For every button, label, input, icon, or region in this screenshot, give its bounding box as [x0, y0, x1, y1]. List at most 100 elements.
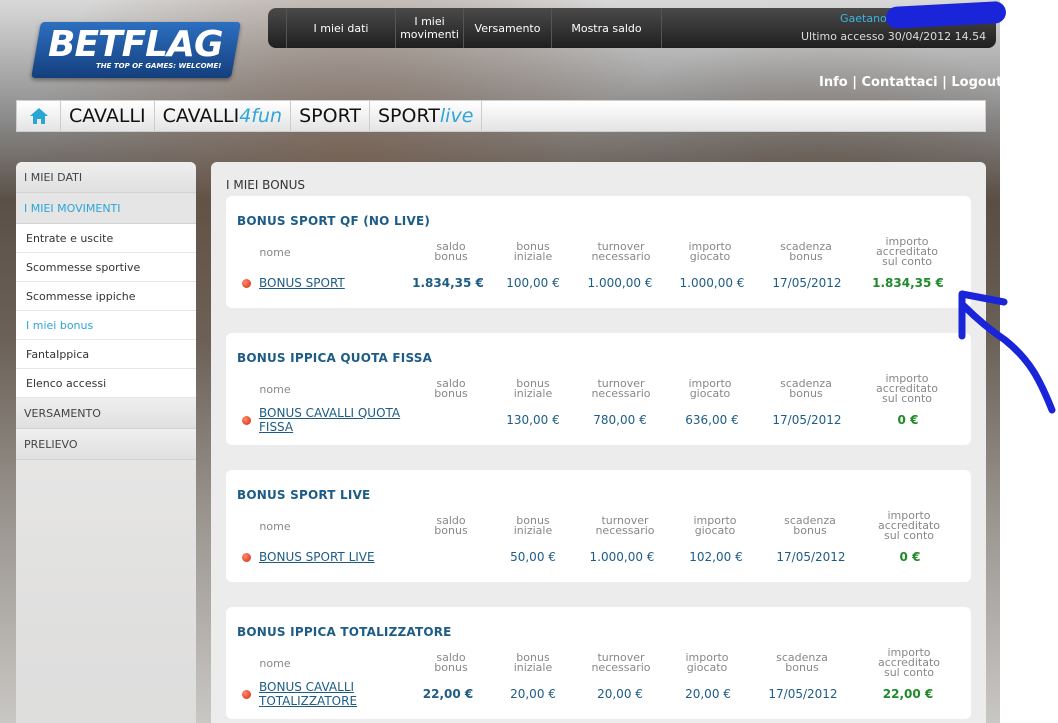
col-label: giocato [689, 250, 731, 263]
info-link[interactable]: Info [819, 75, 848, 90]
sidebar-item-miei-bonus[interactable]: I miei bonus [16, 311, 196, 340]
col-scadenza: scadenza bonus [776, 241, 836, 263]
col-label: iniziale [513, 387, 553, 400]
sidebar-my-data[interactable]: I MIEI DATI [16, 162, 196, 193]
col-nome: nome [259, 520, 291, 533]
accreditato-value: 0 € [899, 550, 921, 564]
sidebar-item-elenco-accessi[interactable]: Elenco accessi [16, 369, 196, 398]
col-label: bonus [434, 661, 468, 674]
nav-sport[interactable]: SPORT [291, 101, 370, 131]
bonus-panel: BONUS SPORT LIVE nome saldo bonus bonus in… [226, 470, 971, 582]
bonus-iniziale-value: 130,00 € [506, 413, 560, 427]
scadenza-value: 17/05/2012 [768, 687, 838, 701]
col-turnover: turnover necessario [586, 241, 656, 262]
col-nome: nome [259, 657, 291, 670]
saldo-bonus-value: 22,00 € [422, 687, 474, 701]
scadenza-value: 17/05/2012 [772, 413, 842, 427]
bonus-name-line: BONUS SPORT LIVE [259, 550, 375, 564]
sidebar: I MIEI DATI I MIEI MOVIMENTI Entrate e u… [16, 162, 196, 460]
col-label: iniziale [513, 250, 553, 263]
topbar-my-movements-label: I miei movimenti [400, 15, 459, 41]
topbar-my-movements[interactable]: I miei movimenti [396, 8, 464, 48]
nav-cavalli-label: CAVALLI [69, 105, 146, 127]
sidebar-my-movements[interactable]: I MIEI MOVIMENTI [16, 193, 196, 224]
bonus-panel: BONUS SPORT QF (NO LIVE) nome saldo bonus… [226, 196, 971, 308]
topbar-my-data[interactable]: I miei dati [286, 8, 396, 48]
accreditato-value: 0 € [897, 413, 919, 427]
bonus-name-link[interactable]: BONUS SPORT LIVE [259, 550, 375, 564]
sidebar-item-fantaippica[interactable]: FantaIppica [16, 340, 196, 369]
topbar-my-data-label: I miei dati [313, 21, 369, 35]
bonus-panel-title: BONUS IPPICA QUOTA FISSA [237, 351, 433, 365]
col-label: necessario [595, 524, 655, 537]
page-title: I MIEI BONUS [226, 178, 306, 192]
col-nome: nome [259, 246, 291, 259]
separator: | [937, 75, 952, 90]
bonus-name-line: TOTALIZZATORE [259, 694, 358, 708]
col-label: sul conto [883, 666, 935, 679]
col-scadenza: scadenza bonus [780, 515, 840, 536]
sidebar-deposit[interactable]: VERSAMENTO [16, 398, 196, 429]
topbar-show-balance-label: Mostra saldo [571, 21, 642, 35]
col-label: bonus [434, 250, 468, 263]
col-label: bonus [789, 250, 823, 263]
betflag-logo[interactable]: BETFLAG THE TOP OF GAMES: WELCOME! [31, 18, 246, 82]
col-label: giocato [689, 387, 731, 400]
col-saldo-bonus: saldo bonus [429, 515, 473, 536]
col-scadenza: scadenza bonus [776, 378, 836, 399]
last-access-text: Ultimo accesso 30/04/2012 14.54 [801, 30, 987, 43]
turnover-value: 1.000,00 € [589, 550, 655, 564]
bonus-name-link[interactable]: BONUS SPORT [259, 276, 345, 290]
col-label: necessario [591, 387, 651, 400]
col-saldo-bonus: saldo bonus [429, 378, 473, 399]
nav-sportlive[interactable]: SPORT live [370, 101, 483, 131]
col-turnover: turnover necessario [586, 378, 656, 400]
home-button[interactable] [17, 101, 61, 131]
user-name[interactable]: Gaetano [840, 12, 887, 25]
sidebar-withdrawal[interactable]: PRELIEVO [16, 429, 196, 460]
col-importo-giocato: importo giocato [690, 515, 740, 536]
logo-text: BETFLAG [48, 24, 224, 65]
logout-link[interactable]: Logout [951, 75, 1002, 90]
accreditato-value: 22,00 € [882, 687, 934, 701]
status-dot-icon [242, 416, 251, 425]
status-dot-icon [242, 279, 251, 288]
bonus-panel-title: BONUS SPORT QF (NO LIVE) [237, 214, 431, 228]
main-navigation: CAVALLI CAVALLI 4fun SPORT SPORT live [16, 100, 986, 132]
turnover-value: 780,00 € [593, 413, 647, 427]
col-label: bonus [785, 661, 819, 674]
nav-sport-label: SPORT [299, 105, 361, 127]
bonus-content: I MIEI BONUS BONUS SPORT QF (NO LIVE) no… [211, 162, 986, 723]
topbar-deposit-label: Versamento [474, 21, 541, 35]
bonus-name-link[interactable]: BONUS CAVALLI QUOTA FISSA [259, 406, 400, 434]
nav-cavalli4fun[interactable]: CAVALLI 4fun [155, 101, 292, 131]
topbar-deposit[interactable]: Versamento [464, 8, 552, 48]
sidebar-item-entrate-uscite[interactable]: Entrate e uscite [16, 224, 196, 253]
bonus-name-link[interactable]: BONUS CAVALLI TOTALIZZATORE [259, 680, 357, 708]
topbar-show-balance[interactable]: Mostra saldo [552, 8, 662, 48]
bonus-iniziale-value: 50,00 € [510, 550, 556, 564]
col-label: sul conto [881, 255, 933, 268]
status-dot-icon [242, 553, 251, 562]
utility-links: Info | Contattaci | Logout [819, 75, 1002, 90]
col-bonus-iniziale: bonus iniziale [510, 652, 556, 673]
bonus-name-line: BONUS CAVALLI QUOTA [259, 406, 401, 420]
importo-giocato-value: 102,00 € [689, 550, 743, 564]
separator: | [847, 75, 862, 90]
col-label: sul conto [883, 529, 935, 542]
logo-tagline: THE TOP OF GAMES: WELCOME! [96, 62, 222, 70]
importo-giocato-value: 1.000,00 € [679, 276, 745, 290]
col-label: giocato [686, 661, 728, 674]
scadenza-value: 17/05/2012 [772, 276, 842, 290]
col-turnover: turnover necessario [586, 652, 656, 673]
col-label: iniziale [513, 524, 553, 537]
col-bonus-iniziale: bonus iniziale [510, 378, 556, 400]
sidebar-item-scommesse-ippiche[interactable]: Scommesse ippiche [16, 282, 196, 311]
bonus-iniziale-value: 100,00 € [506, 276, 560, 290]
sidebar-item-scommesse-sportive[interactable]: Scommesse sportive [16, 253, 196, 282]
sidebar-background [16, 460, 196, 723]
nav-cavalli[interactable]: CAVALLI [61, 101, 155, 131]
col-accreditato: importo accreditato sul conto [874, 647, 944, 679]
contacts-link[interactable]: Contattaci [862, 75, 938, 90]
col-scadenza: scadenza bonus [772, 652, 832, 674]
